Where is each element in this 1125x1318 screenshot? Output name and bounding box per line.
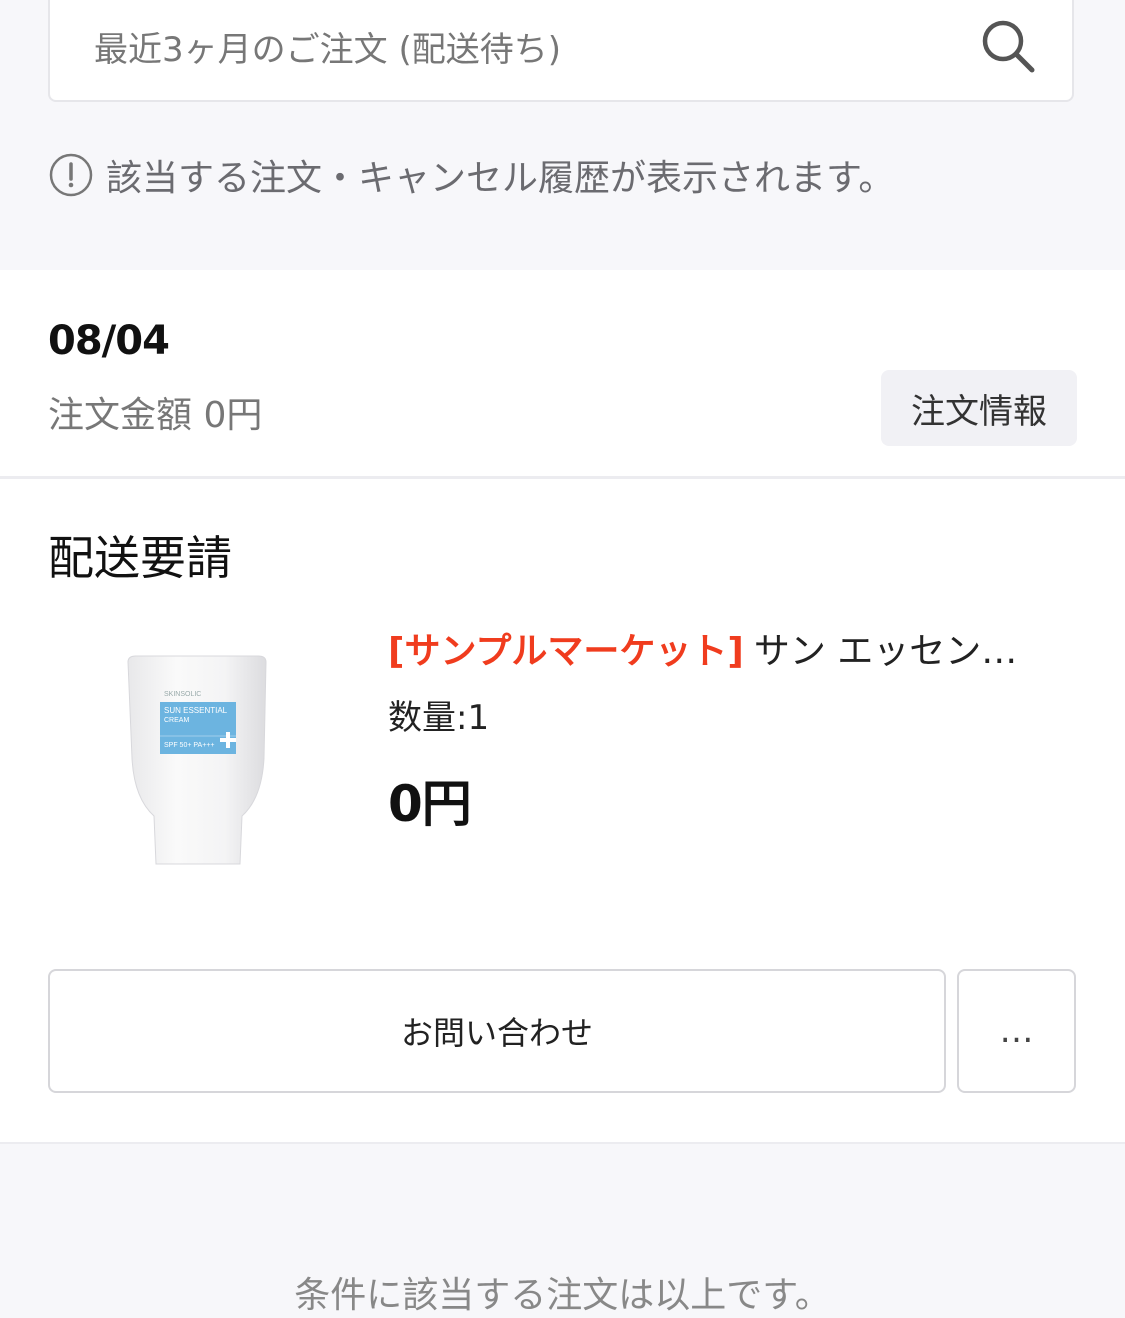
order-filter-search[interactable]: 最近3ヶ月のご注文 (配送待ち) [48, 0, 1074, 102]
list-end-area: 条件に該当する注文は以上です。 [0, 1142, 1125, 1316]
product-image-brand: SKINSOLIC [164, 691, 201, 698]
notice: 該当する注文・キャンセル履歴が表示されます。 [48, 150, 894, 200]
search-filter-text: 最近3ヶ月のご注文 (配送待ち) [94, 30, 561, 70]
list-end-text: 条件に該当する注文は以上です。 [294, 1275, 831, 1316]
filter-area: 最近3ヶ月のご注文 (配送待ち) 該当する注文・キャンセル履歴が表示されます。 [0, 0, 1125, 240]
notice-text: 該当する注文・キャンセル履歴が表示されます。 [106, 158, 895, 199]
order-info-button[interactable]: 注文情報 [881, 370, 1077, 446]
product-image[interactable]: SKINSOLIC SUN ESSENTIAL CREAM SPF 50+ PA… [56, 618, 334, 888]
product-image-title-1: SUN ESSENTIAL [164, 706, 228, 715]
search-icon[interactable] [978, 16, 1038, 76]
divider [0, 476, 1125, 479]
order-date: 08/04 [48, 318, 170, 364]
contact-button[interactable]: お問い合わせ [48, 969, 946, 1093]
order-amount: 注文金額 0円 [48, 395, 263, 436]
exclamation-circle-icon [49, 153, 93, 197]
shop-name: [サンプルマーケット] [388, 631, 744, 672]
more-options-button[interactable]: … [957, 969, 1076, 1093]
delivery-status: 配送要請 [48, 531, 232, 585]
product-image-title-2: CREAM [164, 717, 189, 724]
order-card: 08/04 注文金額 0円 注文情報 配送要請 SKINSOLIC SUN ES… [0, 270, 1125, 1142]
product-title: サン エッセンシャル クリーム [753, 631, 1048, 672]
product-name[interactable]: [サンプルマーケット]サン エッセンシャル クリーム [388, 622, 1048, 674]
product-image-spf: SPF 50+ PA+++ [164, 742, 214, 749]
product-price: 0円 [388, 775, 472, 833]
product-quantity: 数量:1 [388, 698, 490, 738]
